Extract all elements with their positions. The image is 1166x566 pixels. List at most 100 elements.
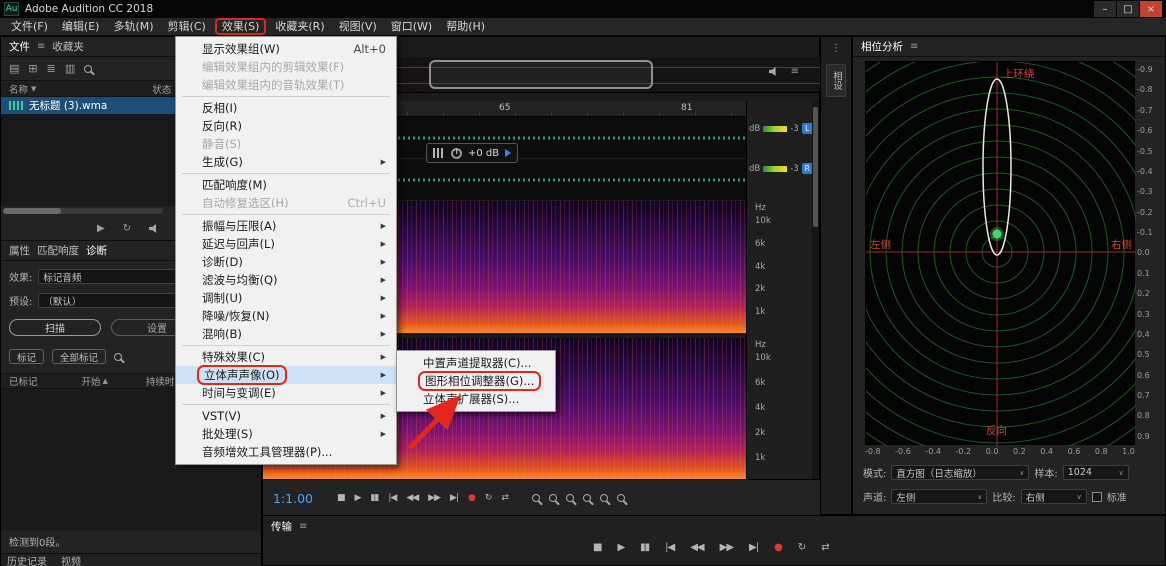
grip-icon[interactable]: ⋮ <box>831 43 841 54</box>
loop-button[interactable]: ↻ <box>798 542 805 553</box>
menu-item-invert[interactable]: 反相(I) <box>176 99 396 117</box>
menu-item-delay-echo[interactable]: 延迟与回声(L)▶ <box>176 235 396 253</box>
menu-file[interactable]: 文件(F) <box>4 19 55 35</box>
panel-menu-icon[interactable]: ≡ <box>791 66 799 77</box>
menu-item-special[interactable]: 特殊效果(C)▶ <box>176 348 396 366</box>
marker-button[interactable]: 标记 <box>9 349 44 364</box>
normalize-checkbox[interactable] <box>1092 492 1102 502</box>
tab-video[interactable]: 视频 <box>61 553 81 566</box>
menu-item-noise-reduction[interactable]: 降噪/恢复(N)▶ <box>176 307 396 325</box>
panel-menu-icon[interactable]: ≡ <box>37 41 45 52</box>
marker-search-icon[interactable] <box>114 353 122 361</box>
skip-back-button[interactable]: |◀ <box>388 493 396 503</box>
submenu-item-graphic-phase-shifter[interactable]: 图形相位调整器(G)... <box>397 372 555 390</box>
column-status[interactable]: 状态 <box>152 82 171 96</box>
preview-play-icon[interactable]: ▶ <box>97 223 105 234</box>
stop-button[interactable]: ■ <box>337 493 345 503</box>
menu-item-match-loudness[interactable]: 匹配响度(M) <box>176 176 396 194</box>
zoom-full-icon[interactable] <box>617 494 625 502</box>
gain-hud[interactable]: +0 dB <box>426 143 518 163</box>
play-button[interactable]: ▶ <box>617 542 624 553</box>
pause-button[interactable]: ▮▮ <box>640 542 649 553</box>
tab-files[interactable]: 文件 <box>9 39 30 54</box>
menu-favorites[interactable]: 收藏夹(R) <box>268 19 331 35</box>
import-icon[interactable]: ≣ <box>47 62 56 75</box>
zoom-out-time-icon[interactable] <box>583 494 591 502</box>
pause-button[interactable]: ▮▮ <box>370 493 378 503</box>
panel-menu-icon[interactable]: ≡ <box>299 521 307 532</box>
menu-item-vst[interactable]: VST(V)▶ <box>176 407 396 425</box>
play-button[interactable]: ▶ <box>355 493 361 503</box>
close-button[interactable]: × <box>1140 1 1162 17</box>
skip-forward-button[interactable]: ▶| <box>749 542 758 553</box>
column-name[interactable]: 名称 <box>9 82 28 96</box>
new-file-icon[interactable]: ▤ <box>9 62 19 75</box>
mode-select[interactable]: 直方图（日志缩放） ∨ <box>891 465 1029 480</box>
swap-button[interactable]: ⇄ <box>821 542 828 553</box>
editor-vertical-scrollbar[interactable] <box>812 101 819 479</box>
samples-select[interactable]: 1024 ∨ <box>1063 465 1129 480</box>
record-button[interactable]: ● <box>774 542 782 553</box>
tab-history[interactable]: 历史记录 <box>7 553 47 566</box>
menu-item-time-pitch[interactable]: 时间与变调(E)▶ <box>176 384 396 402</box>
zoom-out-icon[interactable] <box>549 494 557 502</box>
marker-all-button[interactable]: 全部标记 <box>52 349 106 364</box>
gain-knob[interactable] <box>451 148 462 159</box>
zoom-selection-icon[interactable] <box>600 494 608 502</box>
forward-button[interactable]: ▶▶ <box>428 493 440 503</box>
stop-button[interactable]: ■ <box>593 542 601 553</box>
menu-item-generate[interactable]: 生成(G)▶ <box>176 153 396 171</box>
skip-back-button[interactable]: |◀ <box>665 542 674 553</box>
menu-item-filter-eq[interactable]: 滤波与均衡(Q)▶ <box>176 271 396 289</box>
maximize-button[interactable]: □ <box>1117 1 1139 17</box>
search-icon[interactable] <box>84 65 92 73</box>
skip-forward-button[interactable]: ▶| <box>450 493 458 503</box>
overview-range-selector[interactable] <box>429 60 653 89</box>
swap-button[interactable]: ⇄ <box>501 493 508 503</box>
menu-item-stereo-imagery[interactable]: 立体声声像(O)▶ <box>176 366 396 384</box>
column-marked[interactable]: 已标记 <box>9 374 38 388</box>
scrollbar-thumb[interactable] <box>3 208 61 214</box>
menu-help[interactable]: 帮助(H) <box>439 19 492 35</box>
speaker-icon[interactable] <box>149 224 159 233</box>
menu-edit[interactable]: 编辑(E) <box>55 19 107 35</box>
files-horizontal-scrollbar[interactable] <box>3 208 163 214</box>
loop-button[interactable]: ↻ <box>485 493 492 503</box>
speaker-icon[interactable] <box>769 67 779 76</box>
tab-match-loudness[interactable]: 匹配响度 <box>37 243 79 258</box>
menu-item-diagnostics[interactable]: 诊断(D)▶ <box>176 253 396 271</box>
tab-diagnostics[interactable]: 诊断 <box>86 243 107 258</box>
menu-item-show-effects-rack[interactable]: 显示效果组(W)Alt+0 <box>176 40 396 58</box>
tab-properties[interactable]: 属性 <box>9 243 30 258</box>
rewind-button[interactable]: ◀◀ <box>406 493 418 503</box>
menu-item-reverb[interactable]: 混响(B)▶ <box>176 325 396 343</box>
menu-window[interactable]: 窗口(W) <box>384 19 439 35</box>
forward-button[interactable]: ▶▶ <box>720 542 733 553</box>
menu-clip[interactable]: 剪辑(C) <box>161 19 213 35</box>
open-file-icon[interactable]: ⊞ <box>28 62 37 75</box>
menu-view[interactable]: 视图(V) <box>332 19 384 35</box>
scrollbar-thumb[interactable] <box>813 107 818 227</box>
menu-item-reverse[interactable]: 反向(R) <box>176 117 396 135</box>
menu-item-amplitude-compression[interactable]: 振幅与压限(A)▶ <box>176 217 396 235</box>
channel-select[interactable]: 左侧 ∨ <box>891 489 987 504</box>
record-button[interactable]: ● <box>468 493 475 503</box>
menu-item-plugin-manager[interactable]: 音频增效工具管理器(P)... <box>176 443 396 461</box>
rewind-button[interactable]: ◀◀ <box>690 542 703 553</box>
column-start[interactable]: 开始 <box>82 374 101 388</box>
submenu-item-center-channel-extractor[interactable]: 中置声道提取器(C)... <box>397 354 555 372</box>
collapsed-panel-tab[interactable]: 相设 <box>826 64 846 97</box>
scan-button[interactable]: 扫描 <box>9 319 101 336</box>
compare-select[interactable]: 右侧 ∨ <box>1021 489 1087 504</box>
menu-item-modulation[interactable]: 调制(U)▶ <box>176 289 396 307</box>
menu-effects[interactable]: 效果(S) <box>215 18 267 35</box>
panel-menu-icon[interactable]: ≡ <box>910 41 918 52</box>
zoom-in-icon[interactable] <box>532 494 540 502</box>
menu-item-batch[interactable]: 批处理(S)▶ <box>176 425 396 443</box>
delete-icon[interactable]: ▥ <box>65 62 75 75</box>
menu-multitrack[interactable]: 多轨(M) <box>106 19 160 35</box>
hud-drag-icon[interactable] <box>505 149 511 157</box>
zoom-in-time-icon[interactable] <box>566 494 574 502</box>
preview-loop-icon[interactable]: ↻ <box>123 223 131 234</box>
tab-favorites[interactable]: 收藏夹 <box>52 39 84 54</box>
